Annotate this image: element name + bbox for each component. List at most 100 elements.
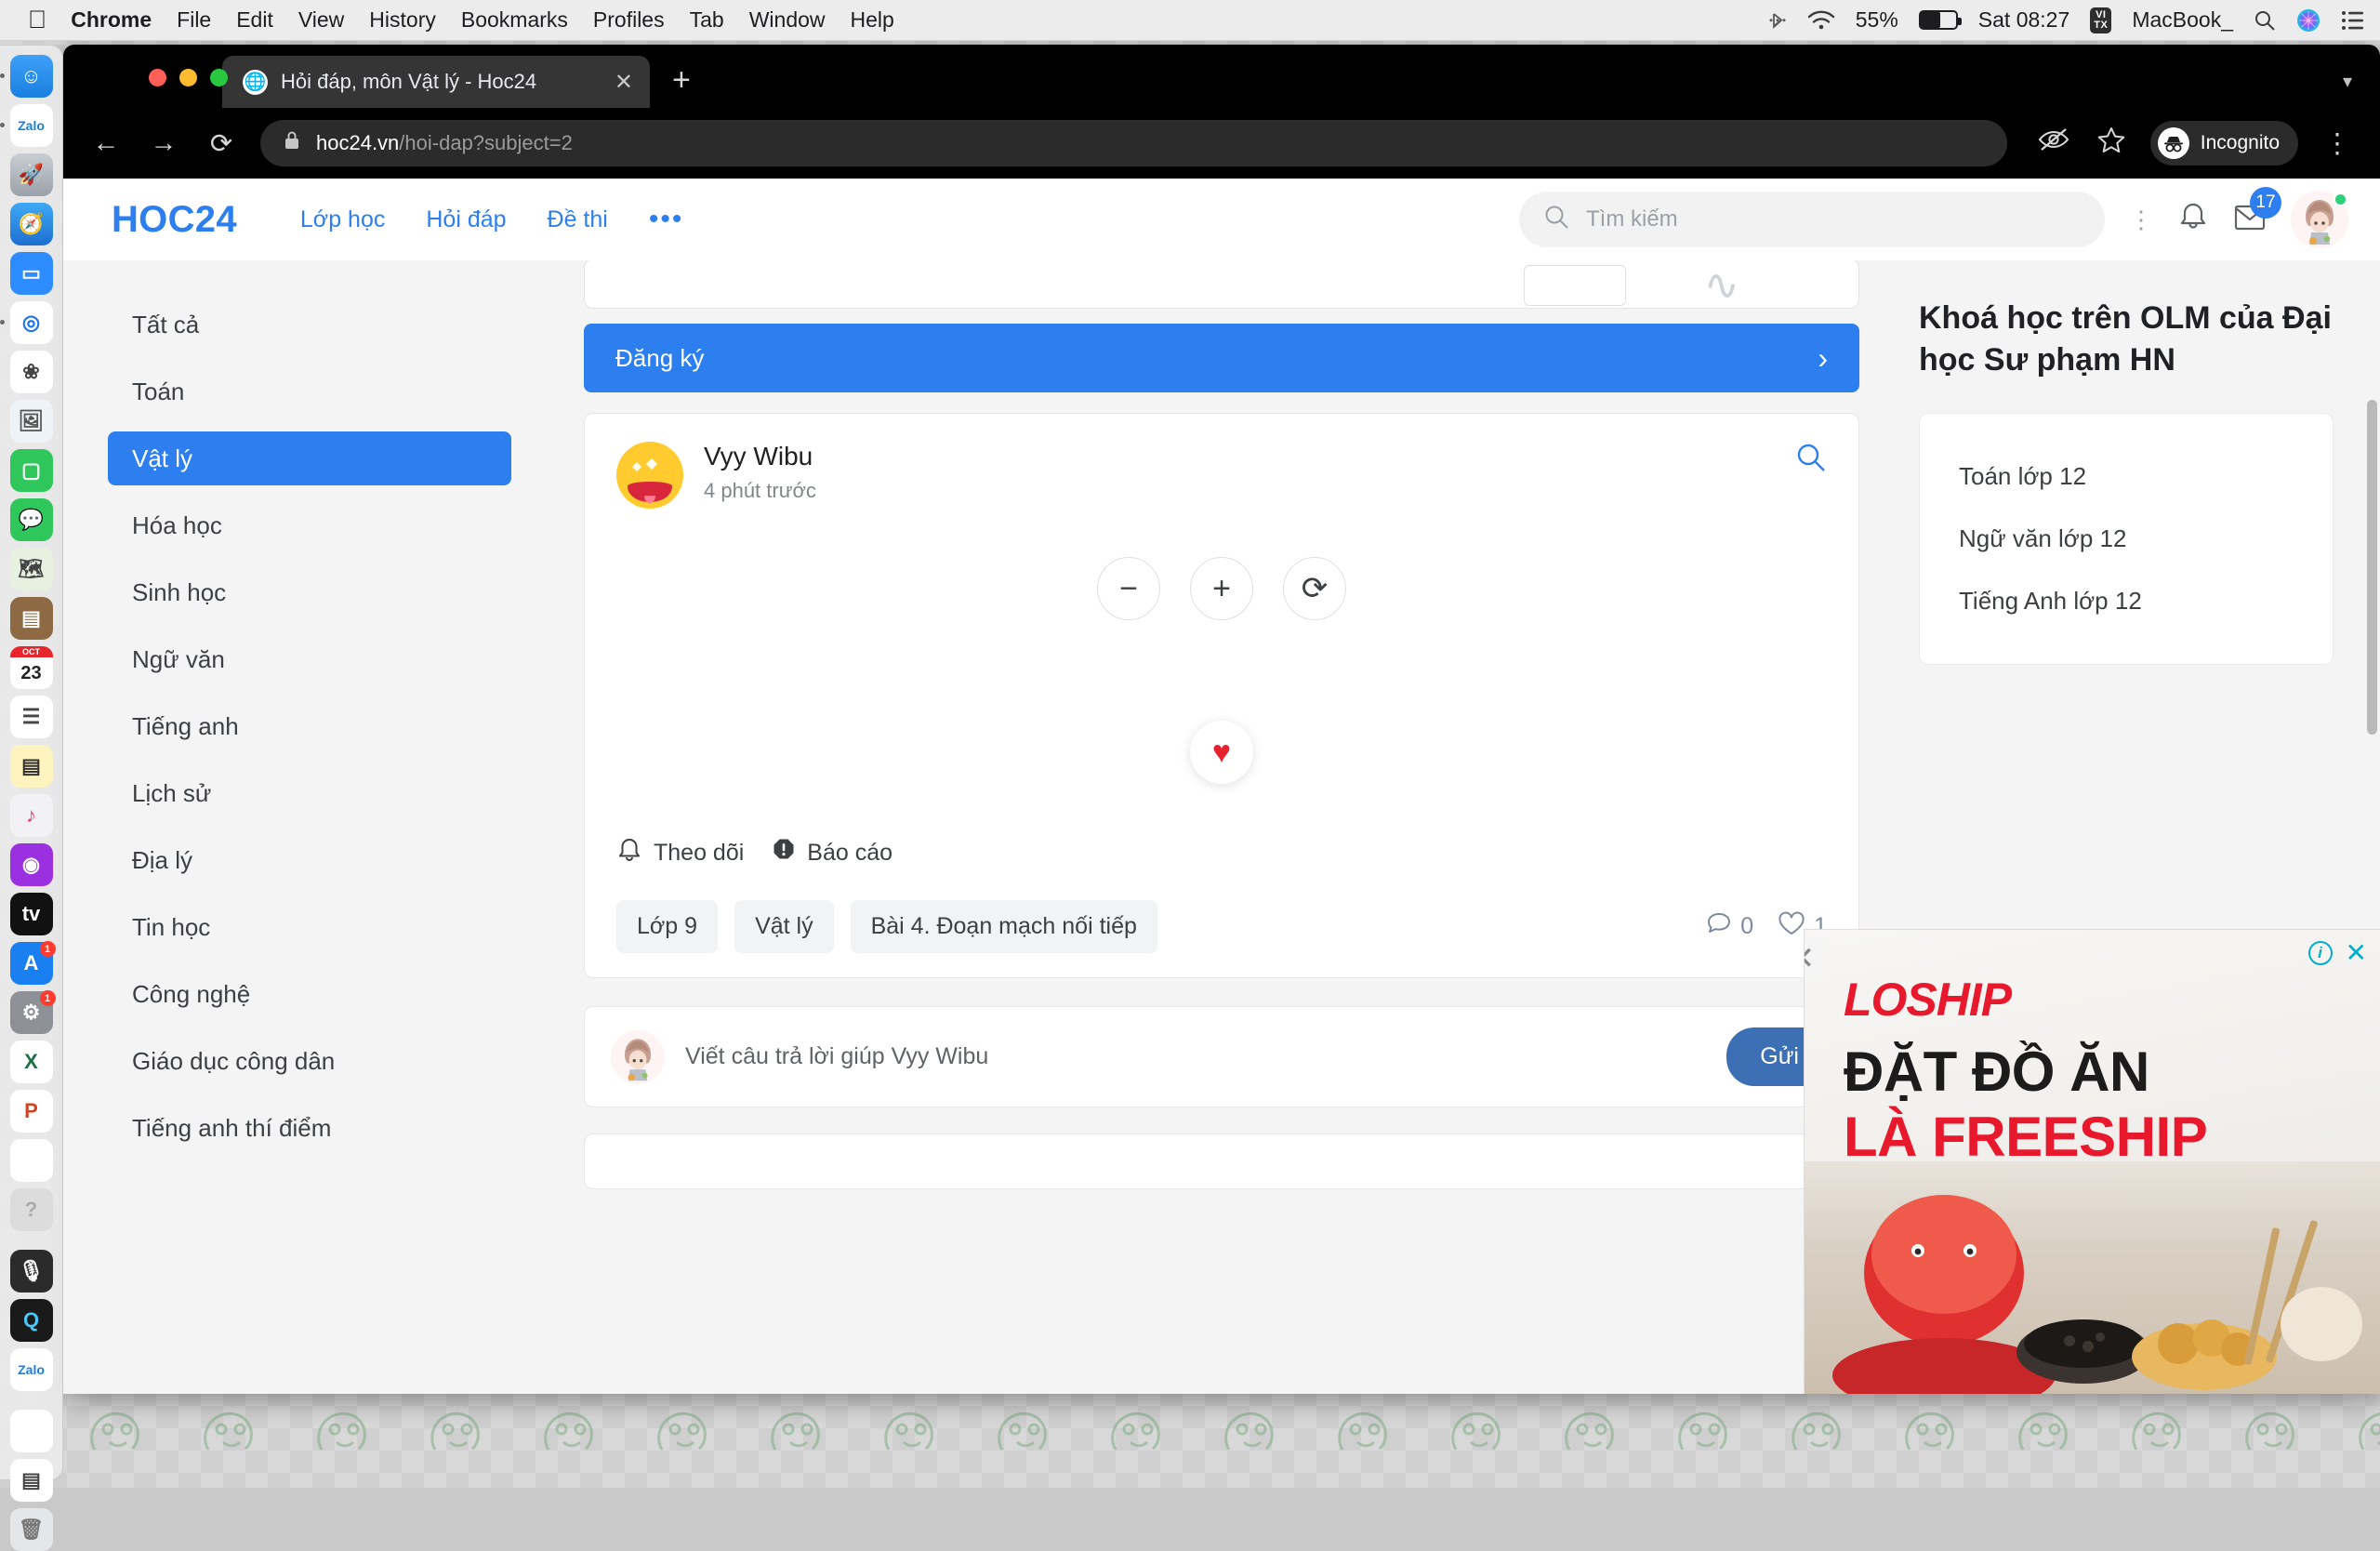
dock-item-system-preferences[interactable]: ⚙1 bbox=[7, 991, 56, 1034]
ad-close-icon[interactable]: ✕ bbox=[2346, 937, 2367, 968]
follow-button[interactable]: Theo dõi bbox=[616, 836, 744, 870]
page-scrollbar[interactable] bbox=[2367, 400, 2377, 735]
post-author-avatar[interactable] bbox=[616, 442, 683, 509]
search-icon[interactable] bbox=[2254, 9, 2276, 32]
forward-button[interactable]: → bbox=[145, 128, 182, 159]
dock-item-photos[interactable]: ❀ bbox=[7, 351, 56, 393]
dock-item-zalo[interactable]: Zalo bbox=[7, 104, 56, 147]
menubar-item-profiles[interactable]: Profiles bbox=[593, 7, 665, 33]
dock-item-appletv[interactable]: tv bbox=[7, 893, 56, 935]
browser-menu-button[interactable]: ⋮ bbox=[2319, 127, 2356, 160]
tag-item[interactable]: Vật lý bbox=[734, 900, 834, 953]
close-icon[interactable]: ✕ bbox=[615, 69, 633, 96]
input-source-icon[interactable]: VITX bbox=[2090, 7, 2111, 33]
zoom-in-button[interactable]: + bbox=[1190, 557, 1253, 620]
sidebar-item-4[interactable]: Sinh học bbox=[108, 565, 511, 619]
dock-item-launchpad[interactable]: 🚀 bbox=[7, 153, 56, 196]
dock-item-safari[interactable]: 🧭 bbox=[7, 203, 56, 245]
macos-dock[interactable]: ☺Zalo🚀🧭▭◎❀🖼▢💬🗺▤OCT23☰▤♪◉tvA1⚙1XP✎?🎙QZalo… bbox=[0, 45, 63, 1480]
sidebar-item-6[interactable]: Tiếng anh bbox=[108, 699, 511, 753]
dock-item-textedit[interactable]: ✎ bbox=[7, 1139, 56, 1182]
dock-item-music[interactable]: ♪ bbox=[7, 794, 56, 837]
menubar-item-bookmarks[interactable]: Bookmarks bbox=[461, 7, 568, 33]
course-link-0[interactable]: Toán lớp 12 bbox=[1931, 445, 2321, 508]
dock-item-maps[interactable]: 🗺 bbox=[7, 548, 56, 590]
menubar-item-tab[interactable]: Tab bbox=[690, 7, 724, 33]
chevron-down-icon[interactable]: ▾ bbox=[2343, 70, 2352, 93]
tag-item[interactable]: Lớp 9 bbox=[616, 900, 718, 953]
heart-icon[interactable]: ♥ bbox=[1190, 721, 1253, 784]
dock-item-unknown-app[interactable]: ? bbox=[7, 1188, 56, 1231]
nav-item-0[interactable]: Lớp học bbox=[300, 206, 385, 233]
menubar-item-chrome[interactable]: Chrome bbox=[71, 7, 152, 33]
zoom-reset-button[interactable]: ⟳ bbox=[1283, 557, 1346, 620]
dock-item-preview[interactable]: 🖼 bbox=[7, 400, 56, 443]
nav-more-icon[interactable]: ••• bbox=[649, 211, 684, 228]
subscribe-banner[interactable]: Đăng ký › bbox=[584, 324, 1859, 392]
tag-item[interactable]: Bài 4. Đoạn mạch nối tiếp bbox=[851, 900, 1157, 953]
course-link-2[interactable]: Tiếng Anh lớp 12 bbox=[1931, 570, 2321, 632]
nav-item-1[interactable]: Hỏi đáp bbox=[426, 206, 506, 233]
ad-controls[interactable]: i ✕ bbox=[2308, 937, 2367, 968]
menubar-item-help[interactable]: Help bbox=[851, 7, 894, 33]
bluetooth-icon[interactable] bbox=[1768, 8, 1787, 33]
header-kebab-menu-icon[interactable]: ⋮ bbox=[2129, 213, 2153, 226]
sidebar-item-0[interactable]: Tất cả bbox=[108, 298, 511, 351]
site-nav[interactable]: Lớp học Hỏi đáp Đề thi ••• bbox=[300, 206, 683, 233]
dock-item-documents-stack[interactable]: ▤ bbox=[7, 1459, 56, 1502]
maximize-window-button[interactable] bbox=[210, 69, 228, 86]
reload-button[interactable]: ⟳ bbox=[203, 127, 240, 160]
sidebar-item-3[interactable]: Hóa học bbox=[108, 498, 511, 552]
dock-item-contacts[interactable]: ▤ bbox=[7, 597, 56, 640]
apple-menu-icon[interactable]:  bbox=[28, 7, 46, 33]
sidebar-item-2[interactable]: Vật lý bbox=[108, 431, 511, 485]
sidebar-item-1[interactable]: Toán bbox=[108, 365, 511, 418]
browser-tab[interactable]: 🌐 Hỏi đáp, môn Vật lý - Hoc24 ✕ bbox=[222, 56, 650, 108]
advertisement-banner[interactable]: ✕ bbox=[1804, 929, 2380, 1394]
search-input[interactable]: Tìm kiếm bbox=[1519, 192, 2105, 247]
dock-item-garageband[interactable]: 🎙 bbox=[7, 1250, 56, 1292]
dock-item-notes[interactable]: ▤ bbox=[7, 745, 56, 788]
minimize-window-button[interactable] bbox=[179, 69, 197, 86]
ad-dismiss-button[interactable]: ✕ bbox=[1804, 937, 1823, 980]
reply-input[interactable]: Viết câu trả lời giúp Vyy Wibu bbox=[685, 1043, 1706, 1070]
zoom-out-button[interactable]: − bbox=[1097, 557, 1160, 620]
dock-item-facetime[interactable]: ▢ bbox=[7, 449, 56, 492]
sidebar-item-9[interactable]: Tin học bbox=[108, 900, 511, 954]
dock-item-trash[interactable]: 🗑 bbox=[7, 1508, 56, 1551]
eye-off-icon[interactable] bbox=[2035, 127, 2072, 159]
dock-item-app-store[interactable]: A1 bbox=[7, 942, 56, 985]
incognito-profile-button[interactable]: Incognito bbox=[2150, 121, 2298, 166]
image-zoom-controls[interactable]: − + ⟳ bbox=[616, 557, 1827, 620]
bookmark-star-icon[interactable] bbox=[2093, 126, 2130, 161]
mail-icon[interactable]: 17 bbox=[2233, 202, 2267, 238]
dock-item-finder[interactable]: ☺ bbox=[7, 55, 56, 98]
sidebar-item-7[interactable]: Lịch sử bbox=[108, 766, 511, 820]
menubar-item-history[interactable]: History bbox=[369, 7, 436, 33]
sidebar-item-10[interactable]: Công nghệ bbox=[108, 967, 511, 1021]
menubar-item-view[interactable]: View bbox=[298, 7, 344, 33]
avatar[interactable] bbox=[2291, 191, 2348, 248]
siri-icon[interactable] bbox=[2296, 8, 2320, 33]
address-bar[interactable]: hoc24.vn/hoi-dap?subject=2 bbox=[260, 120, 2007, 166]
sidebar-item-8[interactable]: Địa lý bbox=[108, 833, 511, 887]
nav-item-2[interactable]: Đề thi bbox=[548, 206, 608, 233]
course-links-card[interactable]: Toán lớp 12Ngữ văn lớp 12Tiếng Anh lớp 1… bbox=[1919, 413, 2334, 665]
sidebar-item-12[interactable]: Tiếng anh thí điểm bbox=[108, 1101, 511, 1155]
menubar-clock[interactable]: Sat 08:27 bbox=[1978, 7, 2069, 33]
control-center-icon[interactable] bbox=[2341, 10, 2365, 31]
dock-item-calendar[interactable]: OCT23 bbox=[7, 646, 56, 689]
menubar-item-edit[interactable]: Edit bbox=[236, 7, 273, 33]
dock-item-messages[interactable]: 💬 bbox=[7, 498, 56, 541]
dock-item-chrome[interactable]: ◎ bbox=[7, 301, 56, 344]
close-window-button[interactable] bbox=[149, 69, 166, 86]
site-logo[interactable]: HOC24 bbox=[112, 199, 237, 241]
new-tab-button[interactable]: + bbox=[672, 62, 691, 99]
menubar-item-file[interactable]: File bbox=[177, 7, 211, 33]
dock-item-zalo-folder[interactable]: Zalo bbox=[7, 1348, 56, 1391]
wifi-icon[interactable] bbox=[1807, 10, 1835, 31]
report-button[interactable]: Báo cáo bbox=[772, 838, 892, 868]
course-link-1[interactable]: Ngữ văn lớp 12 bbox=[1931, 508, 2321, 570]
reply-composer[interactable]: Viết câu trả lời giúp Vyy Wibu Gửi bbox=[584, 1006, 1859, 1107]
ad-info-icon[interactable]: i bbox=[2308, 941, 2333, 965]
